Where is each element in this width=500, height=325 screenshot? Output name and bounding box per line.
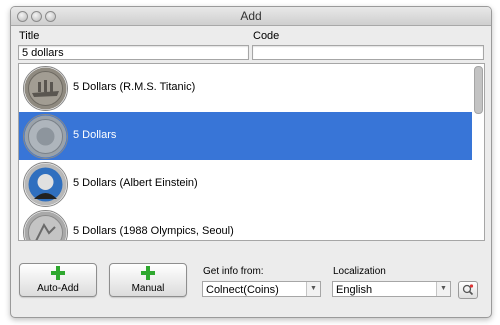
- result-row[interactable]: 5 Dollars (1988 Olympics, Seoul): [19, 208, 472, 240]
- list-scrollbar[interactable]: [474, 66, 483, 114]
- result-name: 5 Dollars (Albert Einstein): [73, 177, 198, 189]
- get-info-select[interactable]: Colnect(Coins) ▼: [202, 281, 321, 297]
- coin-thumbnail: [23, 114, 68, 159]
- auto-add-button[interactable]: Auto-Add: [19, 263, 97, 297]
- dropdown-arrow-icon: ▼: [436, 282, 450, 296]
- plus-icon: [141, 266, 155, 283]
- result-row[interactable]: 5 Dollars (Albert Einstein): [19, 160, 472, 208]
- get-info-label: Get info from:: [203, 266, 264, 277]
- auto-add-label: Auto-Add: [37, 283, 79, 294]
- title-input[interactable]: 5 dollars: [18, 45, 249, 60]
- code-label: Code: [253, 30, 280, 42]
- magnifier-icon: [462, 284, 474, 296]
- search-options-button[interactable]: [458, 281, 478, 299]
- coin-thumbnail: [23, 162, 68, 207]
- result-row[interactable]: 5 Dollars (R.M.S. Titanic): [19, 64, 472, 112]
- results-list[interactable]: 5 Dollars (R.M.S. Titanic) 5 Dollars 5 D…: [18, 63, 485, 241]
- title-label: Title: [19, 30, 40, 42]
- plus-icon: [51, 266, 65, 283]
- dropdown-arrow-icon: ▼: [306, 282, 320, 296]
- localization-label: Localization: [333, 266, 386, 277]
- window-title: Add: [240, 9, 262, 23]
- get-info-value: Colnect(Coins): [206, 284, 279, 296]
- result-name: 5 Dollars (R.M.S. Titanic): [73, 81, 196, 93]
- localization-value: English: [336, 284, 373, 296]
- result-row-selected[interactable]: 5 Dollars: [19, 112, 472, 160]
- localization-select[interactable]: English ▼: [332, 281, 451, 297]
- result-name: 5 Dollars: [73, 129, 117, 141]
- manual-button[interactable]: Manual: [109, 263, 187, 297]
- title-bar: Add: [11, 7, 491, 26]
- coin-thumbnail: [23, 210, 68, 240]
- manual-label: Manual: [131, 283, 165, 294]
- code-input[interactable]: [252, 45, 484, 60]
- result-name: 5 Dollars (1988 Olympics, Seoul): [73, 225, 234, 237]
- add-dialog: Add Title Code 5 dollars 5 Dollars (R.M.…: [10, 6, 492, 318]
- coin-thumbnail: [23, 66, 68, 111]
